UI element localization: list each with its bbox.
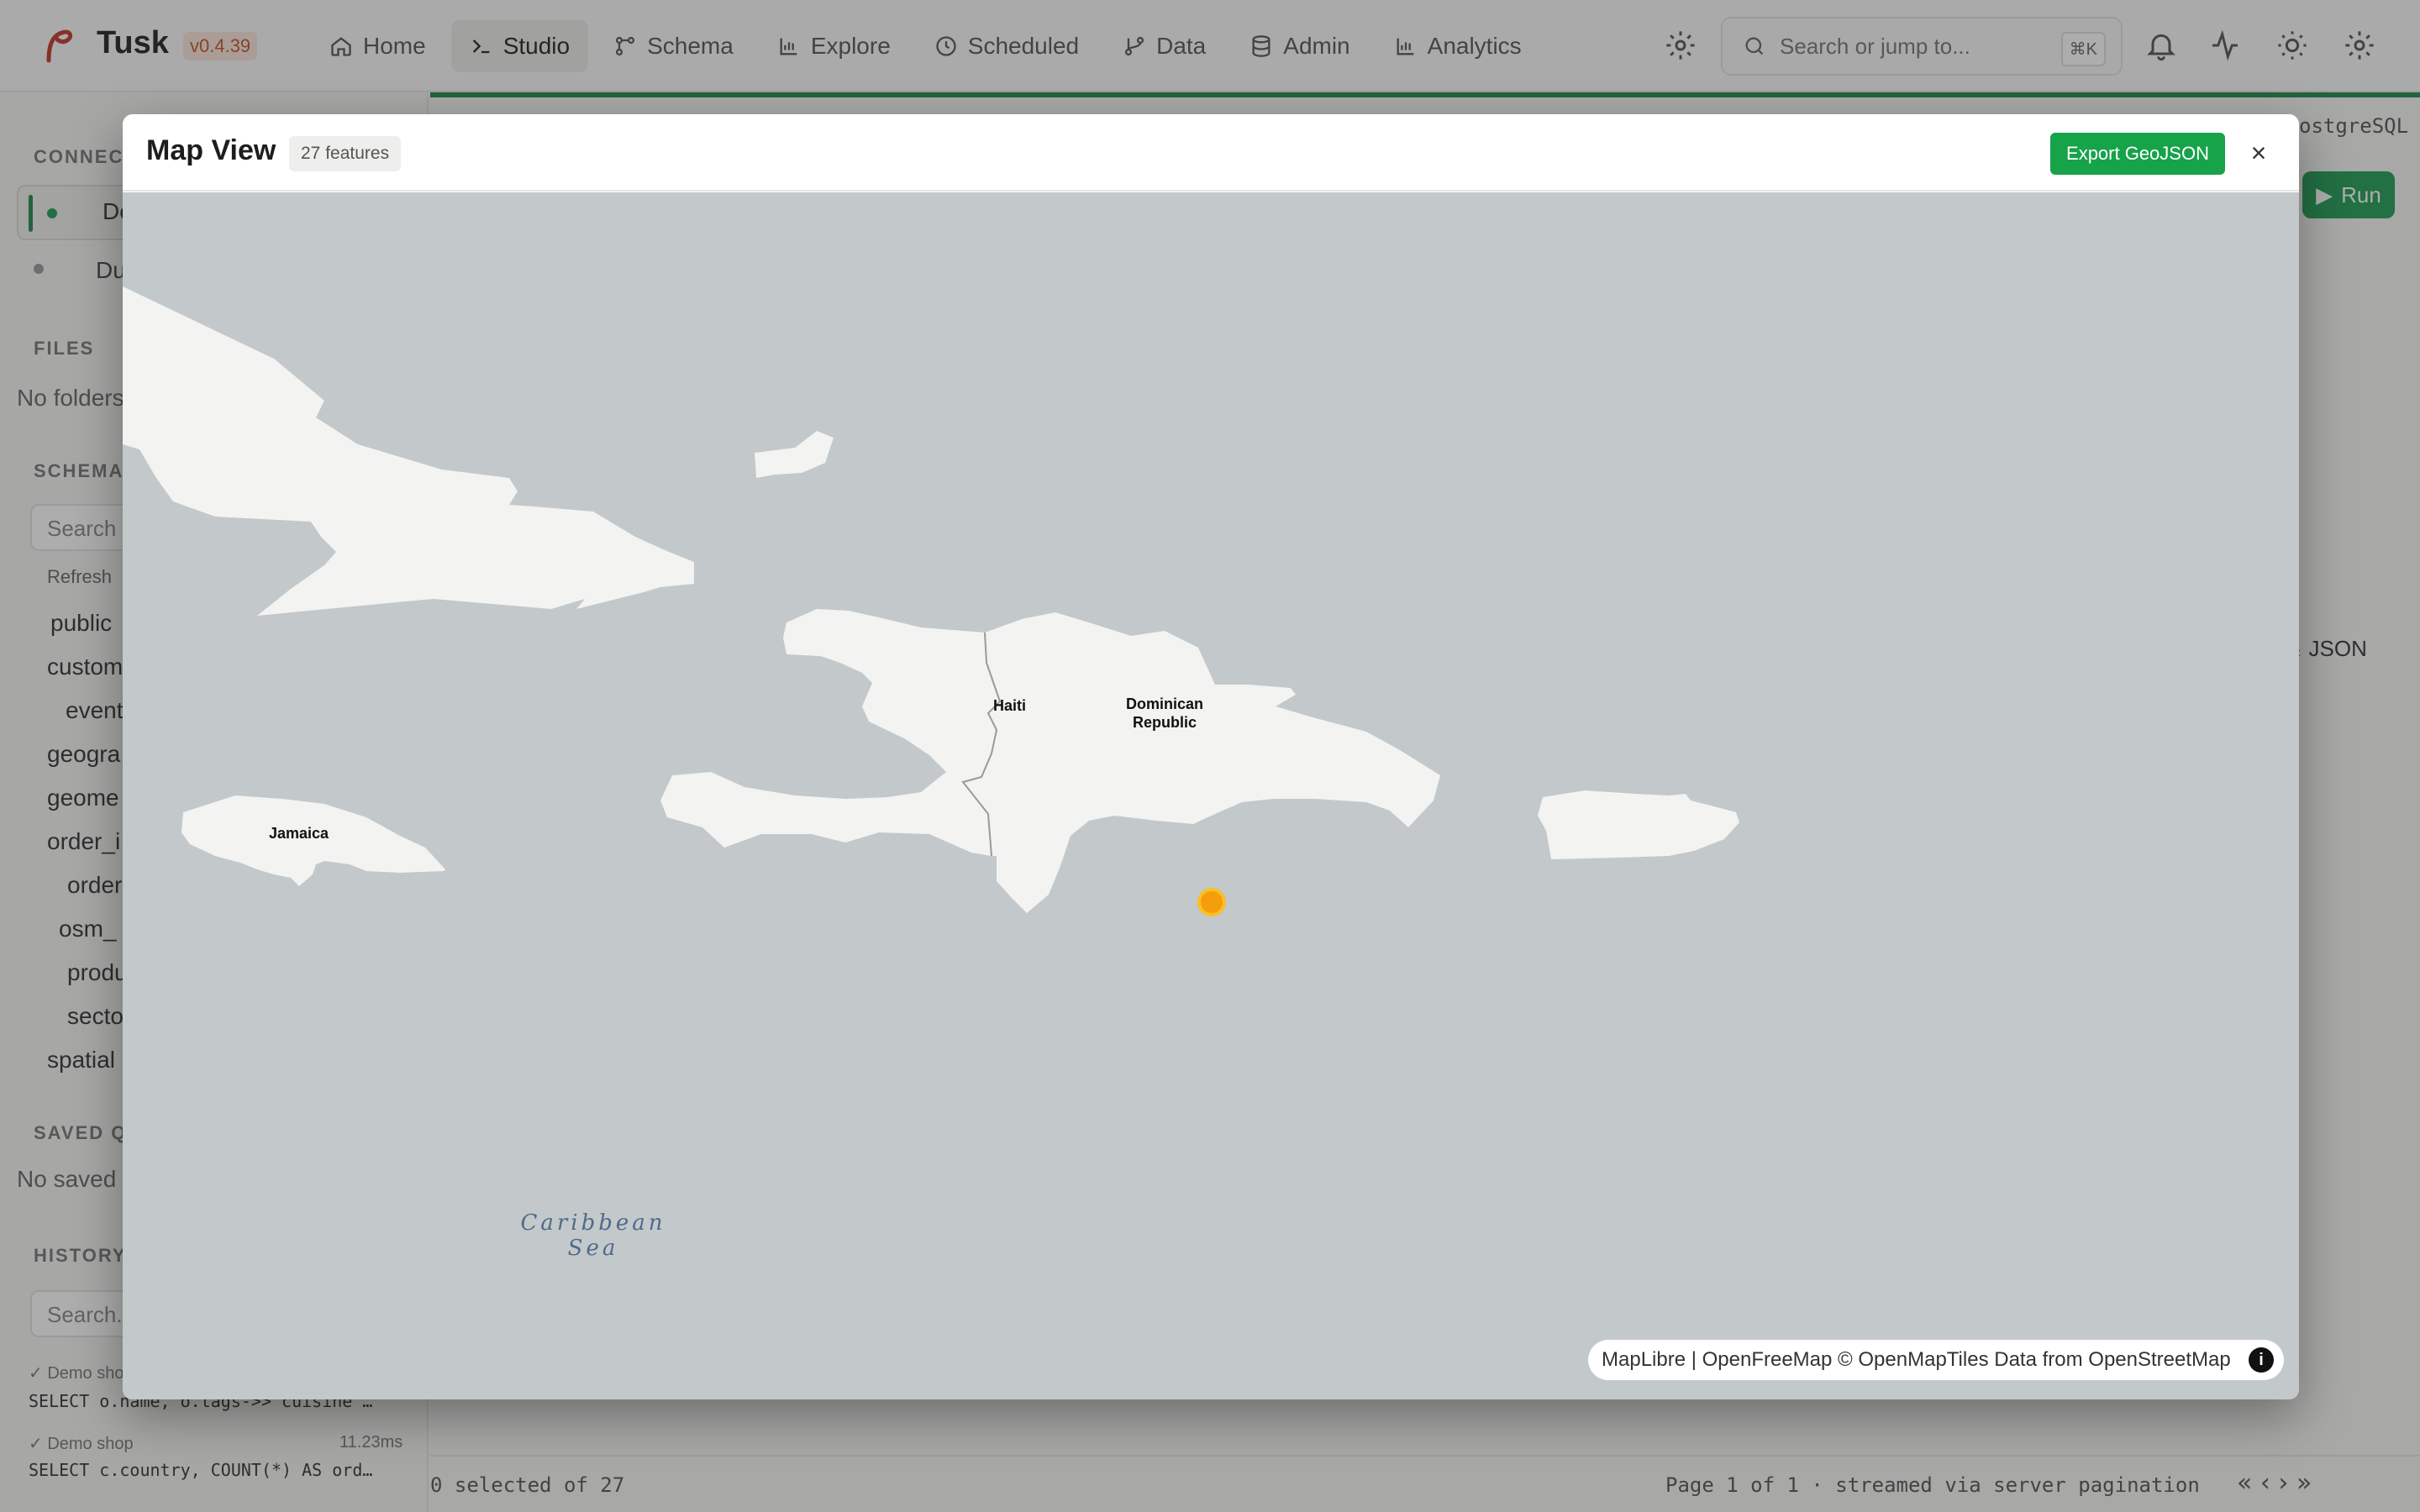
- label-dominican-republic: Dominican Republic: [1125, 696, 1203, 731]
- feature-count-badge: 27 features: [289, 136, 402, 171]
- map-attribution: MapLibre | OpenFreeMap © OpenMapTiles Da…: [1588, 1340, 2284, 1380]
- land-haiti: [660, 609, 1000, 856]
- modal-header: Map View 27 features Export GeoJSON ×: [123, 114, 2299, 192]
- land-dominican-republic: [963, 612, 1440, 913]
- attribution-text[interactable]: MapLibre | OpenFreeMap © OpenMapTiles Da…: [1602, 1348, 2231, 1372]
- map-canvas[interactable]: Haiti Dominican Republic Jamaica Caribbe…: [123, 192, 2299, 1399]
- map-basemap: [123, 286, 1739, 913]
- info-icon[interactable]: i: [2249, 1347, 2274, 1373]
- export-geojson-button[interactable]: Export GeoJSON: [2050, 133, 2225, 175]
- land-cuba: [123, 286, 694, 616]
- label-caribbean-sea: Caribbean Sea: [520, 1210, 666, 1261]
- modal-title: Map View: [146, 134, 276, 166]
- land-puerto-rico: [1538, 790, 1739, 859]
- close-icon[interactable]: ×: [2242, 136, 2275, 170]
- map-marker[interactable]: [1197, 888, 1226, 916]
- map-view-modal: Map View 27 features Export GeoJSON × Ha…: [123, 114, 2299, 1399]
- label-jamaica: Jamaica: [269, 825, 329, 842]
- label-haiti: Haiti: [993, 697, 1027, 714]
- land-island-north: [755, 431, 834, 478]
